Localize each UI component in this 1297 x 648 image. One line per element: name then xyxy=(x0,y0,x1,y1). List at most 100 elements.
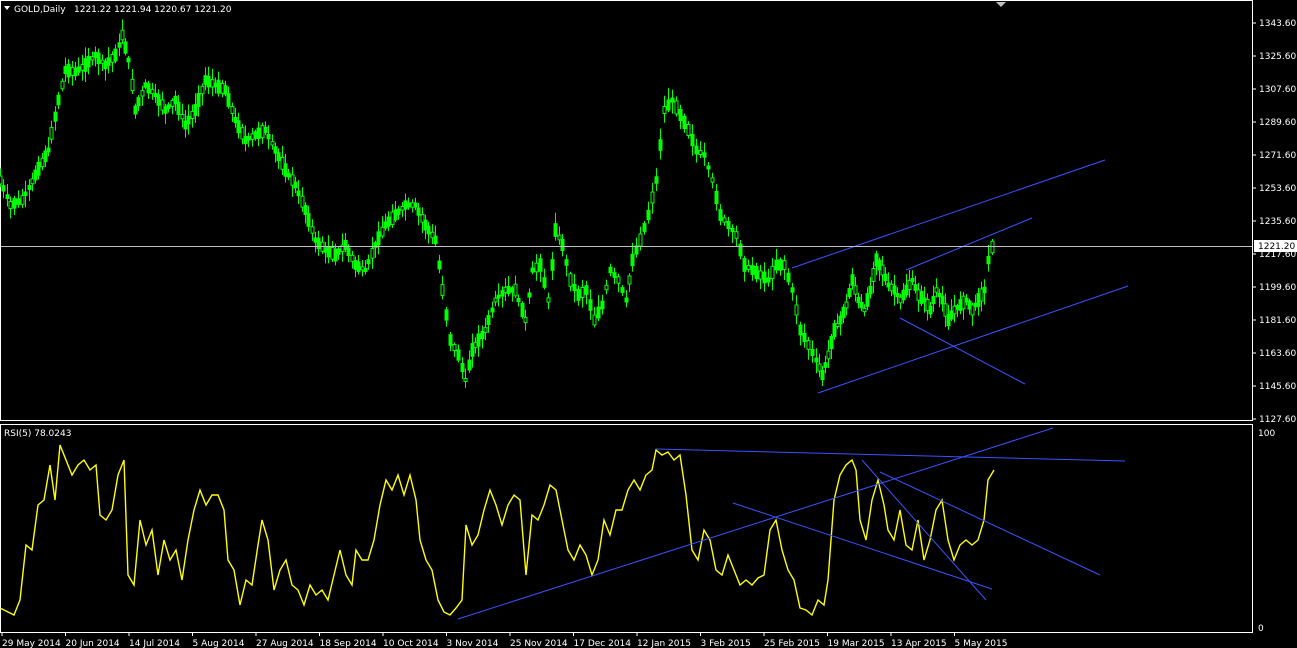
candle-body xyxy=(490,307,495,313)
candle-body xyxy=(96,52,101,65)
candle-body xyxy=(60,80,65,90)
candle-body xyxy=(5,194,10,200)
candle-body xyxy=(596,306,601,319)
candle-body xyxy=(463,377,468,383)
candle-body xyxy=(853,285,858,295)
candle-body xyxy=(0,175,3,185)
candle-body xyxy=(862,307,867,313)
candle-body xyxy=(868,285,873,295)
candle-body xyxy=(634,245,639,255)
candle-body xyxy=(710,177,715,183)
candle-body xyxy=(931,295,936,305)
candle-body xyxy=(166,104,171,110)
candle-body xyxy=(620,287,625,293)
candle-body xyxy=(376,231,381,246)
candle-body xyxy=(444,309,449,321)
candle-body xyxy=(326,245,331,258)
candle-body xyxy=(820,369,825,381)
candle-body xyxy=(706,165,711,170)
candle-body xyxy=(426,225,431,235)
candle-body xyxy=(310,226,315,234)
candle-body xyxy=(627,275,632,285)
candle-body xyxy=(694,145,699,155)
candle-body xyxy=(133,105,138,115)
candle-body xyxy=(306,213,311,227)
candle-body xyxy=(380,226,385,237)
candle-body xyxy=(140,90,145,97)
price-tick-label: 1235.60 xyxy=(1259,217,1296,227)
candle-body xyxy=(758,270,763,280)
candle-body xyxy=(448,334,453,346)
candle-body xyxy=(714,190,719,205)
candle-body xyxy=(718,209,723,221)
candle-body xyxy=(296,190,301,197)
candle-body xyxy=(276,152,281,162)
candle-body xyxy=(986,255,991,265)
candle-body xyxy=(356,261,361,272)
candle-body xyxy=(43,150,48,163)
candle-body xyxy=(46,147,51,153)
candle-body xyxy=(871,268,876,282)
candle-body xyxy=(527,292,532,298)
candle-body xyxy=(624,297,629,303)
date-tick-label: 3 Feb 2015 xyxy=(701,639,751,648)
date-tick-label: 12 Jan 2015 xyxy=(637,639,691,648)
candle-body xyxy=(176,101,181,115)
candle-body xyxy=(883,273,888,282)
candle-body xyxy=(53,111,58,122)
candle-body xyxy=(580,286,585,299)
date-tick-label: 29 May 2014 xyxy=(2,639,61,648)
candle-body xyxy=(216,79,221,94)
date-tick-label: 10 Oct 2014 xyxy=(383,639,439,648)
price-tick-label: 1199.60 xyxy=(1259,283,1296,293)
candle-body xyxy=(27,184,32,191)
candle-body xyxy=(584,285,589,295)
date-tick-label: 27 Aug 2014 xyxy=(256,639,314,648)
candle-body xyxy=(270,141,275,146)
candle-body xyxy=(750,265,755,275)
candle-body xyxy=(859,301,864,309)
candle-body xyxy=(1,185,6,192)
candle-body xyxy=(106,57,111,66)
candle-body xyxy=(778,259,783,271)
candle-body xyxy=(576,289,581,301)
candle-body xyxy=(476,333,481,347)
candle-body xyxy=(592,314,597,326)
symbol-label: GOLD,Daily xyxy=(14,5,66,15)
candle-body xyxy=(786,272,791,283)
candle-body xyxy=(802,332,807,343)
candle-body xyxy=(646,209,651,221)
candle-body xyxy=(600,300,605,310)
candle-body xyxy=(674,100,679,115)
candle-body xyxy=(702,152,707,158)
candle-body xyxy=(616,276,621,284)
candle-body xyxy=(363,267,368,273)
candle-body xyxy=(286,172,291,178)
candle-body xyxy=(12,198,17,209)
price-tick-label: 1145.60 xyxy=(1259,382,1296,392)
candle-body xyxy=(396,208,401,215)
candle-body xyxy=(850,274,855,286)
candle-body xyxy=(810,349,815,356)
candle-body xyxy=(49,126,54,140)
candle-body xyxy=(20,195,25,205)
candle-body xyxy=(76,66,81,73)
candle-body xyxy=(126,57,131,63)
candle-body xyxy=(642,223,647,232)
candle-body xyxy=(86,55,91,68)
candle-body xyxy=(686,124,691,136)
candle-body xyxy=(553,223,558,237)
price-tick-label: 1163.60 xyxy=(1259,349,1296,359)
candle-body xyxy=(666,99,671,111)
candle-body xyxy=(690,133,695,147)
candle-body xyxy=(770,265,775,280)
candle-body xyxy=(456,349,461,361)
price-tick-label: 1181.60 xyxy=(1259,316,1296,326)
candle-body xyxy=(604,284,609,291)
candle-body xyxy=(940,295,945,305)
date-tick-label: 18 Sep 2014 xyxy=(320,639,377,648)
candle-body xyxy=(452,344,457,351)
candle-body xyxy=(841,306,846,319)
candle-body xyxy=(226,93,231,107)
candle-body xyxy=(794,304,799,316)
